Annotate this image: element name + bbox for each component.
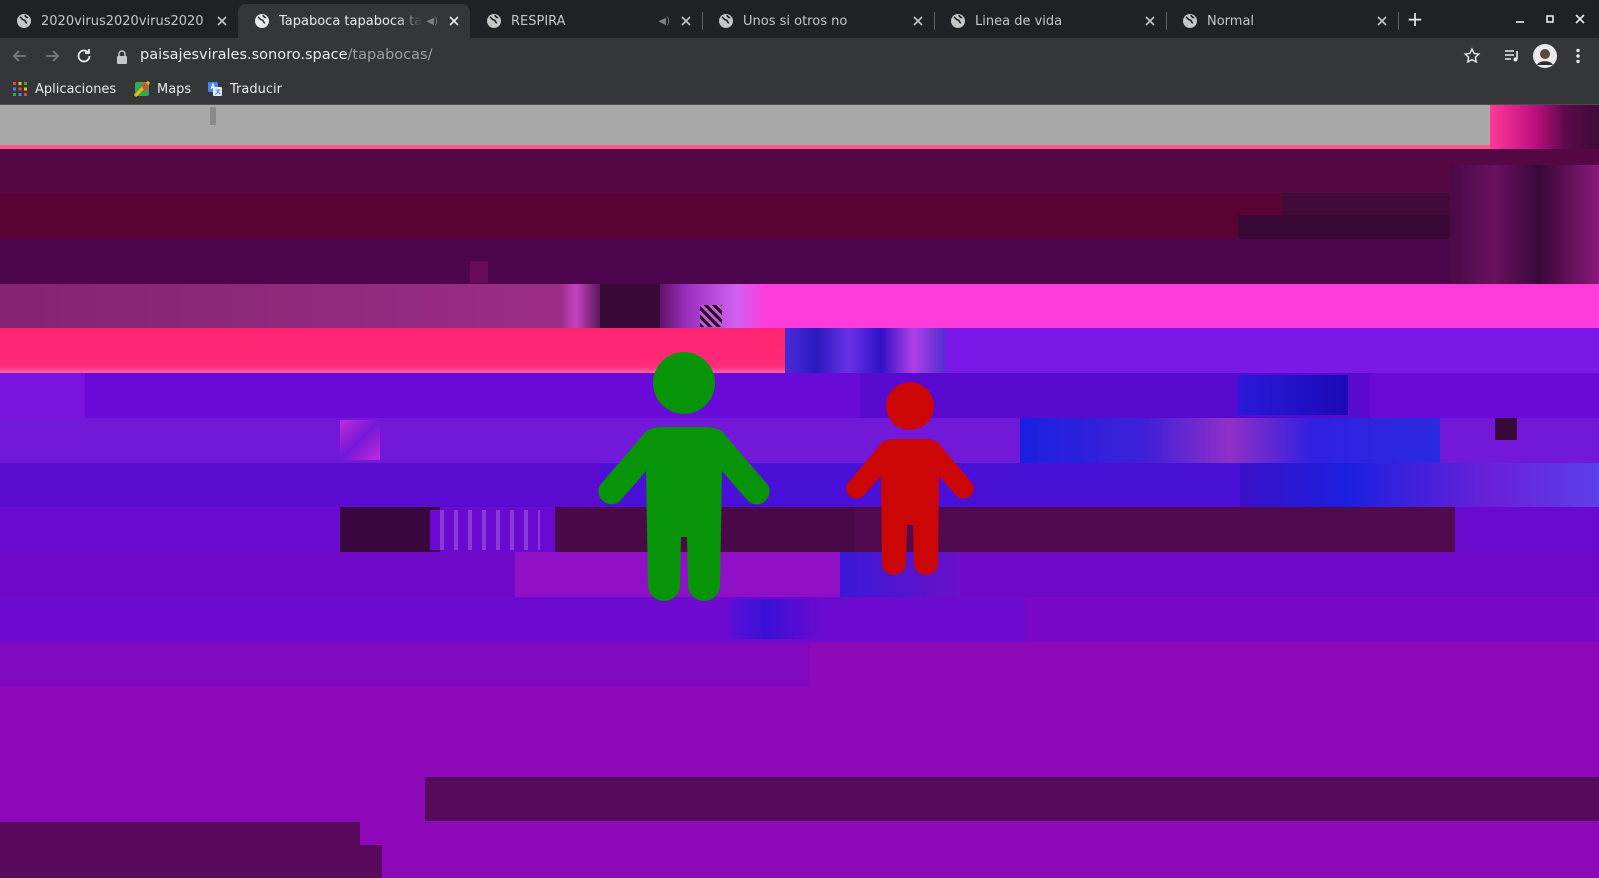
close-tab-icon[interactable] — [446, 13, 462, 29]
menu-dots-icon[interactable] — [1568, 46, 1588, 66]
close-window-icon[interactable] — [1572, 11, 1588, 27]
figure-body — [598, 427, 770, 601]
url-path: /tapabocas/ — [347, 47, 433, 63]
bookmarks-bar: Aplicaciones Maps Traducir — [0, 74, 1599, 105]
figure-head — [886, 382, 934, 430]
close-tab-icon[interactable] — [1374, 13, 1390, 29]
bookmark-aplicaciones[interactable]: Aplicaciones — [12, 80, 116, 98]
figure-head — [653, 352, 715, 414]
bookmark-label: Maps — [157, 81, 192, 97]
figures-layer — [598, 352, 974, 601]
child-figure[interactable] — [846, 382, 974, 575]
close-tab-icon[interactable] — [910, 13, 926, 29]
lock-icon[interactable] — [116, 50, 128, 64]
bookmark-maps[interactable]: Maps — [134, 80, 191, 98]
tab-5[interactable]: Linea de vida — [934, 4, 1166, 38]
bookmark-traducir[interactable]: Traducir — [207, 80, 282, 98]
adult-figure[interactable] — [598, 352, 770, 601]
apps-grid-icon — [13, 82, 27, 96]
figure-body — [846, 439, 974, 575]
close-tab-icon[interactable] — [214, 13, 230, 29]
close-tab-icon[interactable] — [678, 13, 694, 29]
globe-icon — [1183, 14, 1197, 28]
translate-icon — [208, 82, 222, 96]
tab-strip: 2020virus2020virus2020 Tapaboca tapaboca… — [0, 0, 1599, 38]
forward-icon[interactable] — [42, 46, 62, 66]
star-icon[interactable] — [1462, 46, 1482, 66]
back-icon[interactable] — [10, 46, 30, 66]
url-host: paisajesvirales.sonoro.space — [140, 47, 348, 63]
tab-title: 2020virus2020virus2020 — [41, 13, 204, 29]
tab-2[interactable]: Tapaboca tapaboca tapaboca ◀) — [238, 4, 470, 38]
tab-title: Normal — [1207, 13, 1255, 29]
maximize-icon[interactable] — [1542, 11, 1558, 27]
tab-title: RESPIRA — [511, 13, 566, 29]
tab-4[interactable]: Unos si otros no — [702, 4, 934, 38]
close-tab-icon[interactable] — [1142, 13, 1158, 29]
tab-separator — [1398, 12, 1399, 30]
tab-title: Tapaboca tapaboca tapaboca — [279, 13, 423, 29]
globe-icon — [17, 14, 31, 28]
avatar[interactable] — [1533, 44, 1557, 68]
new-tab-button[interactable]: + — [1404, 9, 1426, 31]
globe-icon — [487, 14, 501, 28]
address-bar[interactable]: paisajesvirales.sonoro.space/tapabocas/ — [140, 47, 432, 63]
minimize-icon[interactable] — [1512, 11, 1528, 27]
tab-3[interactable]: RESPIRA ◀) — [470, 4, 702, 38]
globe-icon — [951, 14, 965, 28]
tab-title: Linea de vida — [975, 13, 1063, 29]
tab-1[interactable]: 2020virus2020virus2020 — [0, 4, 238, 38]
glitch-canvas[interactable] — [0, 105, 1599, 878]
bookmark-label: Aplicaciones — [35, 81, 117, 97]
globe-icon — [255, 14, 269, 28]
tab-title: Unos si otros no — [743, 13, 848, 29]
media-control-icon[interactable] — [1502, 46, 1522, 66]
browser-toolbar: paisajesvirales.sonoro.space/tapabocas/ — [0, 38, 1599, 74]
tab-6[interactable]: Normal — [1166, 4, 1398, 38]
globe-icon — [719, 14, 733, 28]
reload-icon[interactable] — [74, 46, 94, 66]
speaker-icon: ◀) — [426, 15, 438, 27]
speaker-icon: ◀) — [658, 15, 670, 27]
maps-icon — [134, 81, 150, 97]
bookmark-label: Traducir — [230, 81, 282, 97]
